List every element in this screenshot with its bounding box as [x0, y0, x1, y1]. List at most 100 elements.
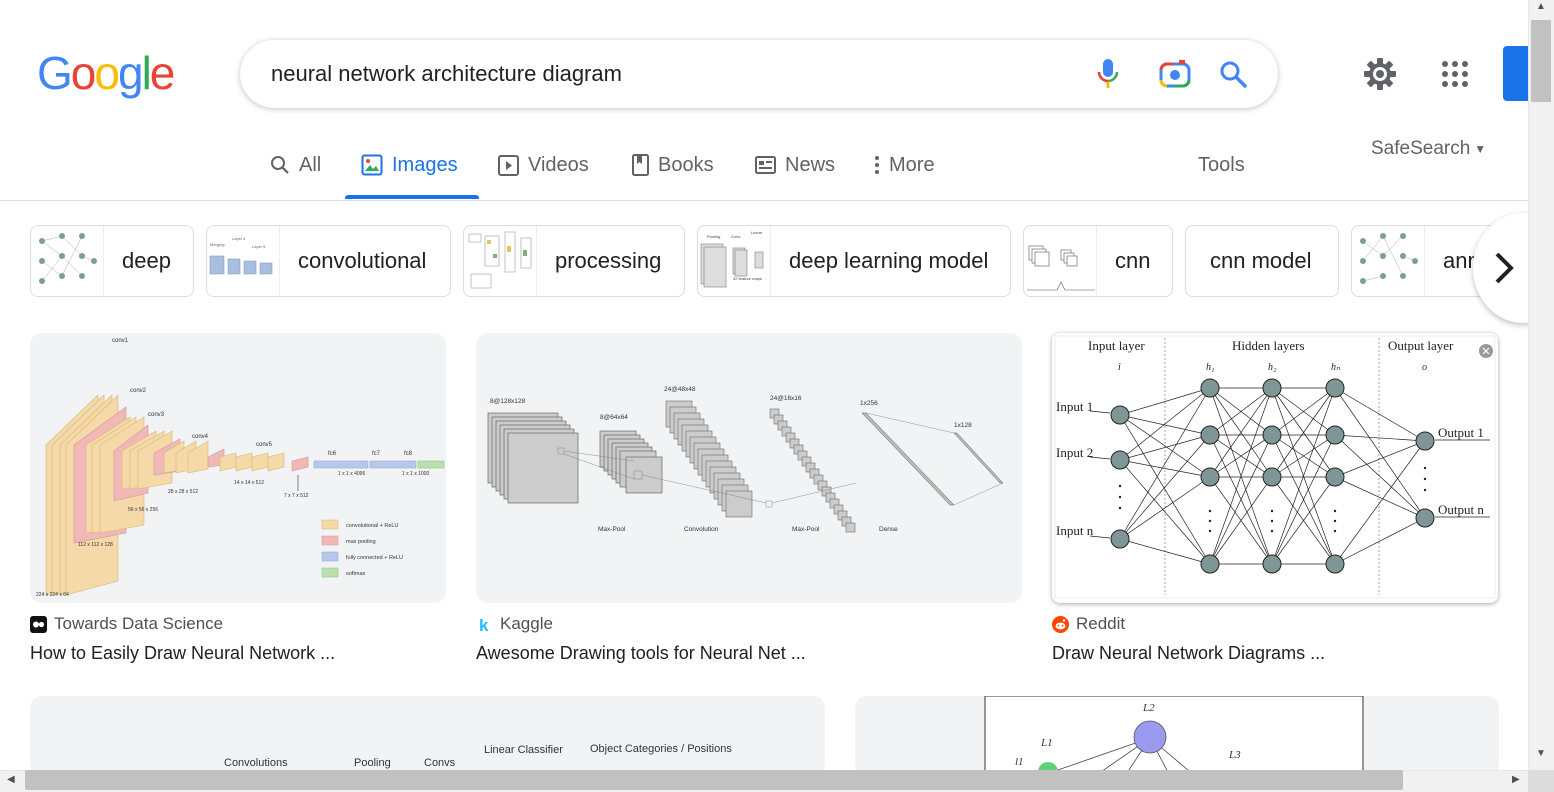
- legend-label: max pooling: [346, 539, 376, 545]
- input-label: Input n: [1056, 523, 1094, 538]
- svg-text:Conv: Conv: [731, 234, 740, 239]
- svg-text:Layer 5: Layer 5: [252, 244, 266, 249]
- output-label: Output 1: [1438, 425, 1484, 440]
- scrollbar-corner: [1528, 770, 1554, 792]
- result-title[interactable]: Draw Neural Network Diagrams ...: [1052, 643, 1325, 664]
- safesearch-dropdown[interactable]: SafeSearch ▼: [1371, 138, 1486, 160]
- apps-grid-icon[interactable]: [1435, 54, 1475, 94]
- cnn-layer-diagram: conv1 conv2 conv3 conv4 conv5 fc6 fc7 fc…: [36, 338, 445, 598]
- dim-label: 8@128x128: [490, 398, 526, 405]
- svg-text:Linear: Linear: [751, 230, 763, 235]
- chip-deep-learning-model[interactable]: Pooling Conv Linear 32 feature maps deep le…: [697, 225, 1011, 297]
- gear-icon[interactable]: [1360, 54, 1400, 94]
- scroll-right-arrow-icon[interactable]: ▶: [1512, 774, 1520, 785]
- graph-diagram: L2 L1 L3 l1: [984, 696, 1364, 776]
- result-image-graph[interactable]: L2 L1 L3 l1: [855, 696, 1499, 776]
- chip-cnn-model[interactable]: cnn model: [1185, 225, 1339, 297]
- video-icon: [498, 154, 519, 176]
- result-title[interactable]: Awesome Drawing tools for Neural Net ...: [476, 643, 806, 664]
- result-title[interactable]: How to Easily Draw Neural Network ...: [30, 643, 335, 664]
- svg-text:k: k: [479, 616, 489, 633]
- op-label: Max-Pool: [598, 526, 626, 533]
- detection-pipeline-diagram: Convolutions Pooling Convs Linear Classi…: [224, 743, 732, 769]
- microphone-icon[interactable]: [1090, 56, 1126, 92]
- google-logo[interactable]: Google: [37, 50, 175, 96]
- op-label: Convolution: [684, 526, 719, 533]
- result-source[interactable]: Reddit: [1052, 614, 1125, 634]
- chip-thumbnail: [1025, 226, 1097, 296]
- tab-all[interactable]: All: [270, 152, 321, 178]
- layer-label: conv3: [148, 412, 165, 418]
- tab-books[interactable]: Books: [632, 152, 714, 178]
- search-input[interactable]: neural network architecture diagram: [271, 61, 622, 87]
- svg-text:L2: L2: [1142, 702, 1155, 714]
- dim-label: 1x128: [954, 422, 972, 429]
- chevron-right-icon: [1495, 252, 1514, 284]
- result-image-object-detection[interactable]: Convolutions Pooling Convs Linear Classi…: [30, 696, 825, 776]
- legend-label: convolutional + ReLU: [346, 523, 398, 529]
- svg-text:7 x 7 x 512: 7 x 7 x 512: [284, 493, 309, 499]
- svg-text:Linear Classifier: Linear Classifier: [484, 744, 563, 756]
- camera-lens-icon[interactable]: [1157, 56, 1193, 92]
- scroll-up-arrow-icon[interactable]: ▲: [1536, 1, 1546, 12]
- dim-label: 24@16x16: [770, 395, 802, 402]
- layer-label: fc8: [404, 451, 413, 457]
- image-icon: [361, 154, 383, 176]
- result-image-reddit[interactable]: Input layer Hidden layers Output layer I…: [1052, 333, 1498, 603]
- scroll-down-arrow-icon[interactable]: ▼: [1536, 748, 1546, 759]
- result-source[interactable]: Towards Data Science: [30, 614, 223, 634]
- svg-text:14 x 14 x 512: 14 x 14 x 512: [234, 480, 264, 486]
- horizontal-scrollbar-thumb[interactable]: [25, 770, 1403, 790]
- svg-text:l1: l1: [1015, 756, 1024, 768]
- tab-more[interactable]: More: [874, 152, 935, 178]
- chip-thumbnail: Merging Layer 4 Layer 5: [208, 226, 280, 296]
- vertical-scrollbar-thumb[interactable]: [1531, 20, 1551, 102]
- chip-processing[interactable]: processing: [463, 225, 685, 297]
- cnn-block-diagram: 8@128x128 8@64x64 24@48x48 24@16x16 1x25…: [487, 386, 1004, 533]
- chip-thumbnail: [32, 226, 104, 296]
- vertical-scrollbar[interactable]: [1528, 0, 1554, 770]
- svg-text:1 x 1 x 4096: 1 x 1 x 4096: [338, 471, 365, 477]
- svg-text:h₁: h₁: [1206, 362, 1214, 373]
- input-label: Input 1: [1056, 399, 1093, 414]
- layer-header: Hidden layers: [1232, 338, 1305, 353]
- search-tabs: All Images Videos Books News More Tools …: [0, 130, 1528, 201]
- caret-down-icon: ▼: [1474, 142, 1487, 156]
- dim-label: 1x256: [860, 400, 878, 407]
- chip-convolutional[interactable]: Merging Layer 4 Layer 5 convolutional: [206, 225, 451, 297]
- chip-thumbnail: [1353, 226, 1425, 296]
- legend-label: fully connected + ReLU: [346, 555, 403, 561]
- op-label: Max-Pool: [792, 526, 820, 533]
- chip-cnn[interactable]: cnn: [1023, 225, 1173, 297]
- svg-text:L3: L3: [1228, 749, 1241, 761]
- book-icon: [632, 154, 649, 176]
- result-image-kaggle[interactable]: 8@128x128 8@64x64 24@48x48 24@16x16 1x25…: [476, 333, 1022, 603]
- svg-text:Layer 4: Layer 4: [232, 236, 246, 241]
- search-icon[interactable]: [1215, 56, 1251, 92]
- svg-text:Pooling: Pooling: [707, 234, 720, 239]
- svg-text:hₙ: hₙ: [1331, 362, 1341, 373]
- kaggle-favicon: k: [476, 616, 493, 633]
- layer-label: fc7: [372, 451, 381, 457]
- chip-deep[interactable]: deep: [30, 225, 194, 297]
- tab-images[interactable]: Images: [361, 152, 458, 178]
- scroll-left-arrow-icon[interactable]: ◀: [7, 774, 15, 785]
- layer-label: conv4: [192, 434, 209, 440]
- svg-text:224 x 224 x 64: 224 x 224 x 64: [36, 592, 69, 598]
- svg-text:112 x 112 x 128: 112 x 112 x 128: [78, 542, 113, 548]
- svg-text:Convolutions: Convolutions: [224, 757, 288, 769]
- svg-text:L1: L1: [1040, 737, 1053, 749]
- result-image-towards-data-science[interactable]: conv1 conv2 conv3 conv4 conv5 fc6 fc7 fc…: [30, 333, 446, 603]
- layer-label: conv2: [130, 388, 147, 394]
- towards-data-science-favicon: [30, 615, 47, 633]
- tools-button[interactable]: Tools: [1198, 154, 1245, 177]
- svg-text:Pooling: Pooling: [354, 757, 391, 769]
- tab-news[interactable]: News: [755, 152, 835, 178]
- search-box[interactable]: neural network architecture diagram: [240, 40, 1278, 108]
- result-source[interactable]: k Kaggle: [476, 614, 553, 634]
- op-label: Dense: [879, 526, 898, 533]
- svg-text:32 feature maps: 32 feature maps: [733, 276, 762, 281]
- search-icon: [270, 155, 290, 175]
- tab-videos[interactable]: Videos: [498, 152, 589, 178]
- active-tab-indicator: [345, 195, 479, 199]
